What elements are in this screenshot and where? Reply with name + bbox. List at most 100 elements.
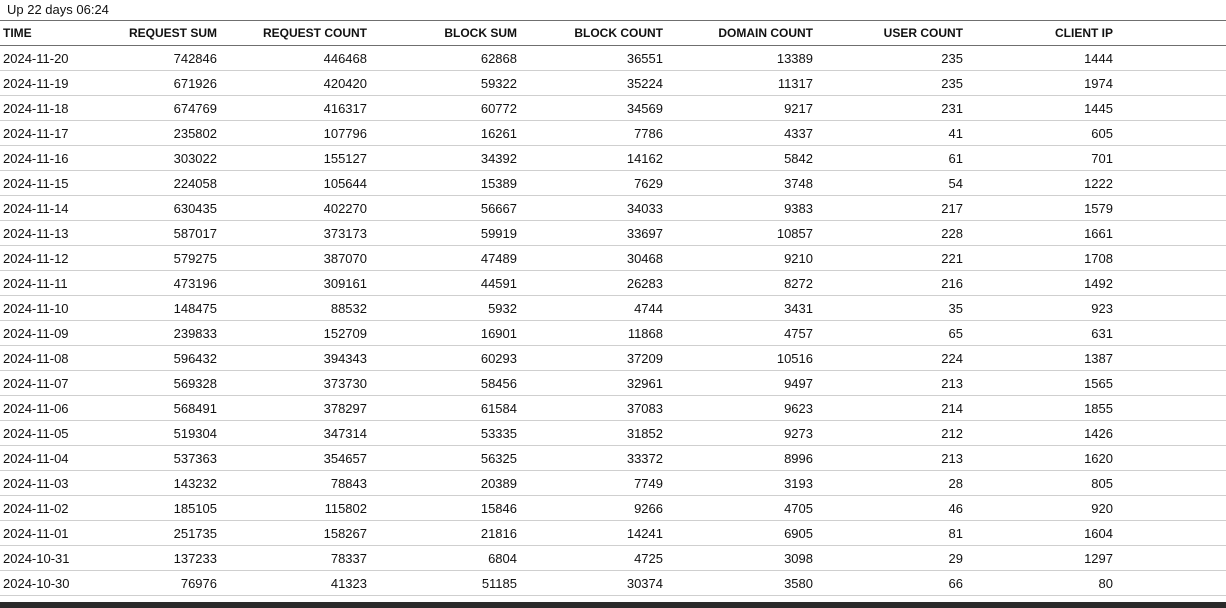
cell-request-sum: 148475 <box>111 295 217 321</box>
table-row: 2024-10-30 76976 41323 51185 30374 3580 66 80 <box>0 570 1226 596</box>
cell-client-ip: 701 <box>963 145 1113 171</box>
cell-block-sum: 15846 <box>367 495 517 521</box>
cell-domain-count: 10516 <box>663 345 813 371</box>
cell-client-ip: 920 <box>963 495 1113 521</box>
column-header-request-sum: REQUEST SUM <box>111 21 217 46</box>
cell-request-count: 373173 <box>217 220 367 246</box>
table-row: 2024-11-15 224058 105644 15389 7629 3748 54 122… <box>0 170 1226 196</box>
cell-domain-count: 3193 <box>663 470 813 496</box>
cell-client-ip: 1492 <box>963 270 1113 296</box>
table-row: 2024-11-11 473196 309161 44591 26283 8272 216 1… <box>0 270 1226 296</box>
cell-spacer <box>1113 570 1226 596</box>
cell-spacer <box>1113 195 1226 221</box>
cell-block-count: 9266 <box>517 495 663 521</box>
cell-time: 2024-11-18 <box>0 95 111 121</box>
table-header: TIME REQUEST SUM REQUEST COUNT BLOCK SUM… <box>0 21 1226 46</box>
cell-time: 2024-11-09 <box>0 320 111 346</box>
cell-request-count: 41323 <box>217 570 367 596</box>
cell-user-count: 28 <box>813 470 963 496</box>
cell-user-count: 61 <box>813 145 963 171</box>
cell-domain-count: 9383 <box>663 195 813 221</box>
cell-block-count: 37083 <box>517 395 663 421</box>
column-header-block-count: BLOCK COUNT <box>517 21 663 46</box>
horizontal-scrollbar[interactable] <box>0 602 1226 608</box>
column-header-domain-count: DOMAIN COUNT <box>663 21 813 46</box>
cell-time: 2024-11-13 <box>0 220 111 246</box>
cell-time: 2024-11-16 <box>0 145 111 171</box>
cell-user-count: 221 <box>813 245 963 271</box>
cell-client-ip: 1426 <box>963 420 1113 446</box>
cell-user-count: 54 <box>813 170 963 196</box>
column-header-block-sum: BLOCK SUM <box>367 21 517 46</box>
cell-spacer <box>1113 445 1226 471</box>
cell-block-sum: 62868 <box>367 45 517 71</box>
cell-time: 2024-11-02 <box>0 495 111 521</box>
cell-block-count: 33697 <box>517 220 663 246</box>
cell-time: 2024-11-17 <box>0 120 111 146</box>
cell-block-count: 4725 <box>517 545 663 571</box>
cell-spacer <box>1113 370 1226 396</box>
cell-request-sum: 587017 <box>111 220 217 246</box>
cell-user-count: 235 <box>813 70 963 96</box>
table-body: 2024-11-20 742846 446468 62868 36551 13389 235… <box>0 45 1226 596</box>
cell-request-sum: 185105 <box>111 495 217 521</box>
cell-client-ip: 1565 <box>963 370 1113 396</box>
cell-domain-count: 9273 <box>663 420 813 446</box>
cell-client-ip: 1579 <box>963 195 1113 221</box>
cell-block-sum: 47489 <box>367 245 517 271</box>
cell-user-count: 66 <box>813 570 963 596</box>
cell-block-sum: 56325 <box>367 445 517 471</box>
cell-request-count: 347314 <box>217 420 367 446</box>
cell-domain-count: 11317 <box>663 70 813 96</box>
cell-block-count: 4744 <box>517 295 663 321</box>
table-row: 2024-10-31 137233 78337 6804 4725 3098 29 1297 <box>0 545 1226 571</box>
cell-spacer <box>1113 270 1226 296</box>
cell-block-count: 30468 <box>517 245 663 271</box>
cell-block-sum: 58456 <box>367 370 517 396</box>
cell-request-count: 107796 <box>217 120 367 146</box>
cell-block-sum: 15389 <box>367 170 517 196</box>
cell-request-count: 416317 <box>217 95 367 121</box>
cell-time: 2024-11-14 <box>0 195 111 221</box>
stats-table: TIME REQUEST SUM REQUEST COUNT BLOCK SUM… <box>0 21 1226 596</box>
cell-request-sum: 671926 <box>111 70 217 96</box>
cell-request-count: 402270 <box>217 195 367 221</box>
cell-request-sum: 239833 <box>111 320 217 346</box>
cell-request-sum: 568491 <box>111 395 217 421</box>
cell-domain-count: 9217 <box>663 95 813 121</box>
table-row: 2024-11-20 742846 446468 62868 36551 13389 235… <box>0 45 1226 71</box>
cell-request-count: 420420 <box>217 70 367 96</box>
cell-request-sum: 630435 <box>111 195 217 221</box>
cell-time: 2024-11-15 <box>0 170 111 196</box>
cell-block-sum: 16901 <box>367 320 517 346</box>
cell-request-count: 354657 <box>217 445 367 471</box>
cell-block-count: 7749 <box>517 470 663 496</box>
cell-user-count: 41 <box>813 120 963 146</box>
cell-request-count: 158267 <box>217 520 367 546</box>
cell-time: 2024-11-07 <box>0 370 111 396</box>
cell-spacer <box>1113 520 1226 546</box>
cell-time: 2024-10-31 <box>0 545 111 571</box>
cell-spacer <box>1113 470 1226 496</box>
table-row: 2024-11-01 251735 158267 21816 14241 6905 81 16… <box>0 520 1226 546</box>
cell-time: 2024-10-30 <box>0 570 111 596</box>
cell-block-sum: 34392 <box>367 145 517 171</box>
table-row: 2024-11-16 303022 155127 34392 14162 5842 61 70… <box>0 145 1226 171</box>
cell-client-ip: 805 <box>963 470 1113 496</box>
cell-user-count: 29 <box>813 545 963 571</box>
cell-block-count: 34569 <box>517 95 663 121</box>
cell-spacer <box>1113 120 1226 146</box>
cell-request-sum: 674769 <box>111 95 217 121</box>
cell-user-count: 81 <box>813 520 963 546</box>
cell-request-sum: 537363 <box>111 445 217 471</box>
cell-user-count: 217 <box>813 195 963 221</box>
cell-user-count: 224 <box>813 345 963 371</box>
column-header-client-ip: CLIENT IP <box>963 21 1113 46</box>
cell-client-ip: 631 <box>963 320 1113 346</box>
cell-request-count: 78337 <box>217 545 367 571</box>
cell-time: 2024-11-06 <box>0 395 111 421</box>
cell-spacer <box>1113 245 1226 271</box>
cell-block-count: 32961 <box>517 370 663 396</box>
cell-client-ip: 1708 <box>963 245 1113 271</box>
cell-user-count: 213 <box>813 445 963 471</box>
